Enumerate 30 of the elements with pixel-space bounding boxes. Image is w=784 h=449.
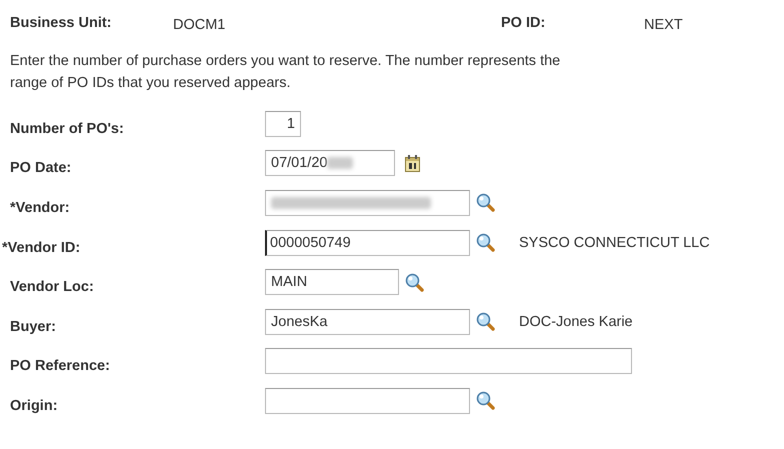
field-label: Business Unit: [10, 15, 113, 31]
search-icon[interactable] [476, 233, 495, 252]
search-icon[interactable] [476, 193, 495, 212]
field-label: PO Date: [9, 159, 72, 176]
input-field[interactable]: MAIN [265, 269, 399, 296]
search-icon[interactable] [476, 312, 495, 332]
calendar-icon[interactable] [405, 154, 420, 172]
input-field[interactable]: 07/01/20 [265, 150, 395, 176]
instruction-text: range of PO IDs that you reserved appears. [10, 74, 290, 93]
input-field[interactable]: JonesKa [265, 308, 470, 335]
field-label: Origin: [9, 396, 58, 414]
field-label: Vendor Loc: [9, 278, 94, 296]
instruction-text: Enter the number of purchase orders you want to reserve. The number represents the [10, 52, 560, 71]
input-field[interactable] [265, 190, 470, 216]
field-label: Buyer: [9, 318, 56, 335]
field-value: DOCM1 [173, 16, 226, 32]
input-field[interactable]: 1 [265, 110, 301, 137]
input-field[interactable]: 0000050749 [265, 230, 470, 256]
input-field[interactable] [265, 348, 632, 374]
field-label: PO ID: [501, 15, 546, 31]
field-label: *Vendor: [9, 198, 70, 216]
field-description: DOC-Jones Karie [519, 314, 633, 330]
field-value: NEXT [644, 16, 684, 32]
field-description: SYSCO CONNECTICUT LLC [519, 234, 710, 251]
field-label: Number of PO's: [9, 120, 124, 137]
input-field[interactable] [265, 388, 470, 414]
field-label: PO Reference: [9, 357, 110, 374]
search-icon[interactable] [405, 272, 424, 292]
search-icon[interactable] [476, 391, 495, 410]
field-label: *Vendor ID: [1, 238, 80, 256]
